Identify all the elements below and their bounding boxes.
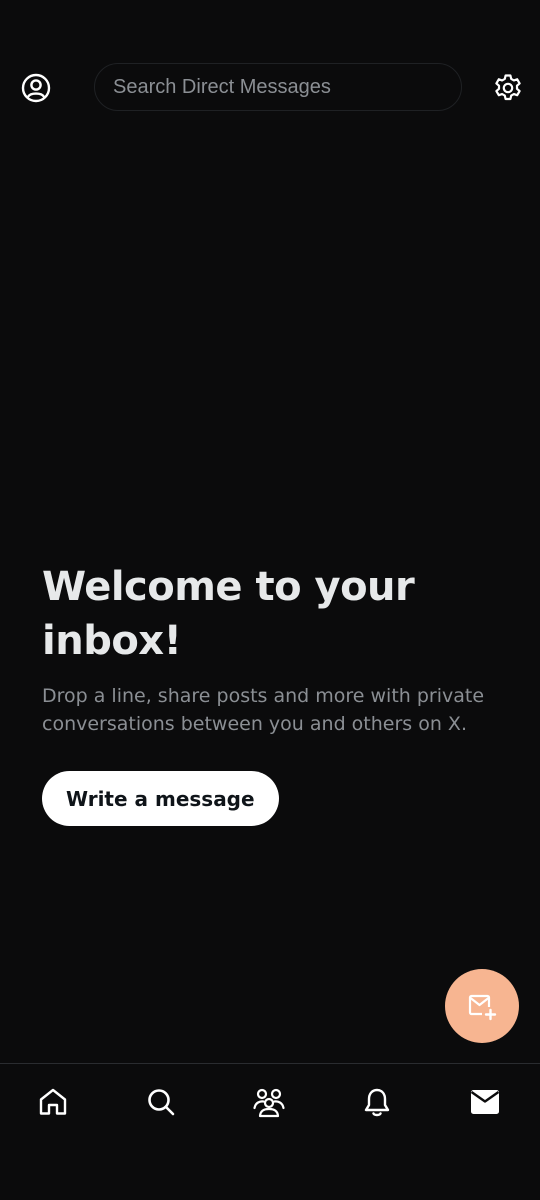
welcome-title: Welcome to your inbox!	[42, 564, 415, 664]
bottom-navigation	[0, 1063, 540, 1200]
new-message-fab[interactable]	[445, 969, 519, 1043]
gear-icon	[493, 73, 523, 103]
nav-communities[interactable]	[249, 1082, 289, 1122]
home-icon	[37, 1086, 69, 1118]
empty-inbox-message: Welcome to your inbox! Drop a line, shar…	[42, 560, 512, 738]
bell-icon	[361, 1086, 393, 1118]
profile-icon	[21, 73, 51, 103]
search-field[interactable]	[94, 63, 462, 111]
communities-icon	[252, 1086, 286, 1118]
write-message-button[interactable]: Write a message	[42, 771, 279, 826]
nav-messages[interactable]	[465, 1082, 505, 1122]
search-input[interactable]	[111, 74, 461, 100]
top-bar	[0, 60, 540, 116]
nav-search[interactable]	[141, 1082, 181, 1122]
profile-button[interactable]	[18, 70, 54, 106]
nav-notifications[interactable]	[357, 1082, 397, 1122]
new-message-icon	[466, 990, 498, 1022]
search-icon	[145, 1086, 177, 1118]
welcome-subtitle: Drop a line, share posts and more with p…	[42, 685, 485, 735]
mail-icon	[469, 1088, 501, 1116]
nav-home[interactable]	[33, 1082, 73, 1122]
settings-button[interactable]	[490, 70, 526, 106]
messages-page: Welcome to your inbox! Drop a line, shar…	[0, 0, 540, 1200]
